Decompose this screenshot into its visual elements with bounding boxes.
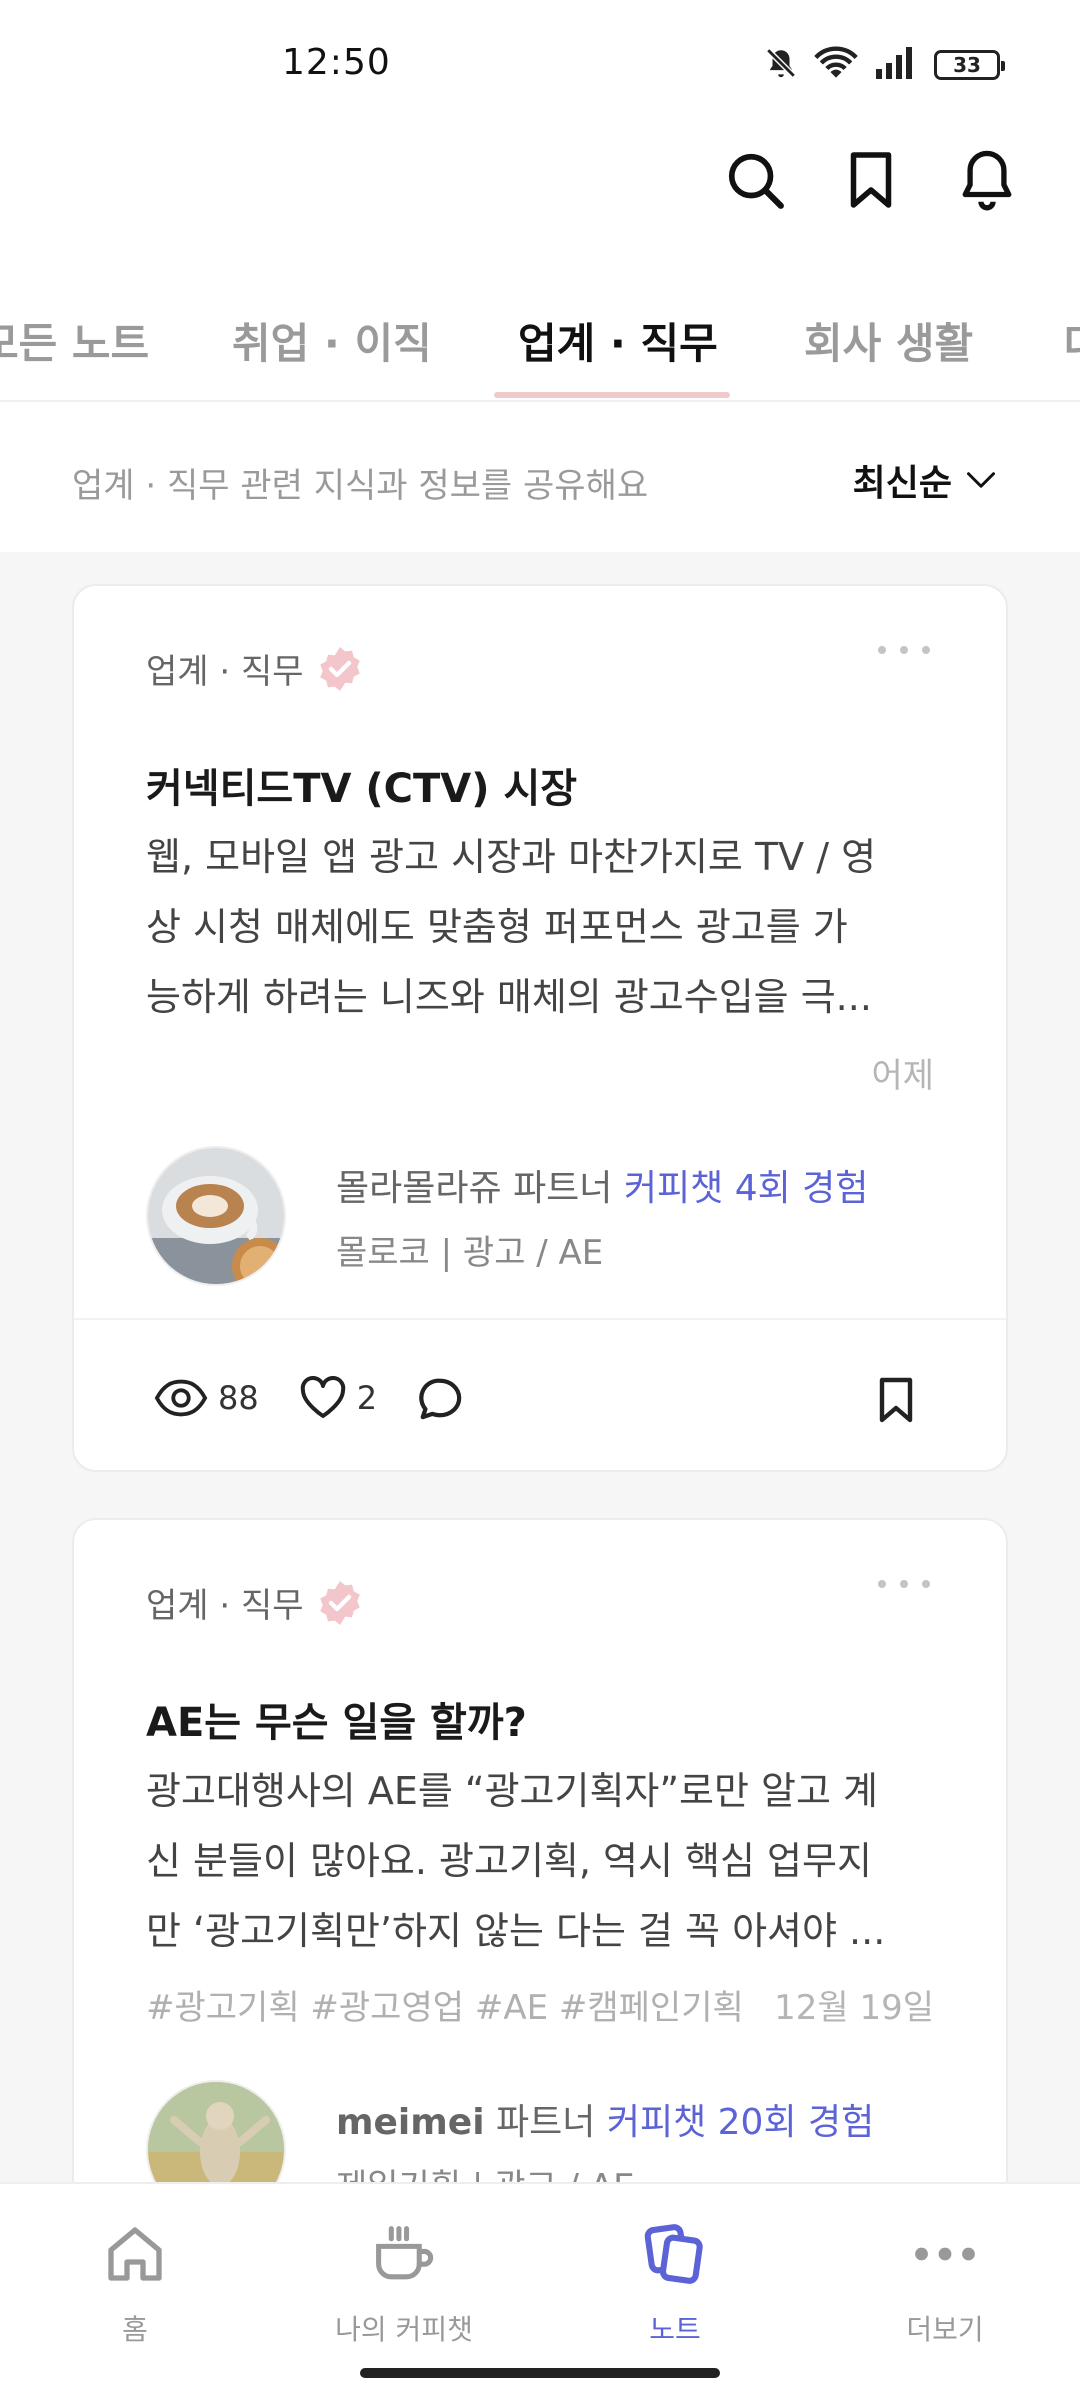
- author-info: 몰라몰라쥬 파트너 커피챗 4회 경험 몰로코 | 광고 / AE: [336, 1159, 868, 1274]
- coffee-cup-icon: [376, 2226, 434, 2280]
- bookmark-icon: [850, 152, 892, 208]
- excerpt-line: 상 시청 매체에도 맞춤형 퍼포먼스 광고를 가: [146, 905, 848, 949]
- bookmarks-button[interactable]: [838, 140, 904, 220]
- verified-badge-icon: [319, 646, 360, 691]
- top-actions: [722, 140, 1020, 220]
- status-bar: 12:50 33: [0, 0, 1080, 130]
- sort-label: 최신순: [852, 463, 952, 504]
- tab-company-life[interactable]: 회사 생활: [804, 310, 973, 371]
- subheader: 업계 · 직무 관련 지식과 정보를 공유해요 최신순: [0, 402, 1080, 552]
- more-options-icon[interactable]: [878, 1580, 930, 1588]
- bell-icon: [962, 150, 1012, 211]
- tab-all-notes[interactable]: 모든 노트: [0, 310, 149, 371]
- nav-notes-label: 노트: [649, 2313, 701, 2346]
- meta-row: 어제: [146, 1048, 934, 1097]
- category-label: 업계 · 직무: [146, 652, 304, 692]
- nav-my-coffeechat-label: 나의 커피챗: [335, 2313, 473, 2346]
- search-button[interactable]: [722, 140, 788, 220]
- views-stat: 88: [154, 1378, 259, 1418]
- nav-my-coffeechat[interactable]: 나의 커피챗: [304, 2214, 504, 2348]
- excerpt-line: 만 ‘광고기획만’하지 않는 다는 걸 꼭 아셔야 ...: [146, 1909, 886, 1953]
- category-label: 업계 · 직무: [146, 1586, 304, 1626]
- author-info: meimei 파트너 커피챗 20회 경험 제일기획 | 광고 / AE: [336, 2093, 874, 2183]
- category-description: 업계 · 직무 관련 지식과 정보를 공유해요: [72, 466, 649, 506]
- sort-dropdown[interactable]: 최신순: [853, 454, 996, 506]
- author-role: 파트너: [513, 1167, 613, 1209]
- note-card[interactable]: 업계 · 직무 커넥티드TV (CTV) 시장 웹, 모바일 앱 광고 시장과 …: [72, 584, 1008, 1472]
- active-tab-indicator: [494, 392, 730, 398]
- nav-home-label: 홈: [122, 2313, 148, 2346]
- author-company: 몰로코 | 광고 / AE: [336, 1232, 604, 1273]
- excerpt-line: 광고대행사의 AE를 “광고기획자”로만 알고 계: [146, 1769, 879, 1813]
- category-row: 업계 · 직무: [146, 1578, 364, 1627]
- coffee-chat-count: 커피챗 4회 경험: [623, 1167, 869, 1209]
- meta-row: #광고기획 #광고영업 #AE #캠페인기획 12월 19일: [146, 1980, 934, 2029]
- home-icon: [108, 2227, 162, 2281]
- notes-feed: 업계 · 직무 커넥티드TV (CTV) 시장 웹, 모바일 앱 광고 시장과 …: [0, 552, 1080, 2182]
- search-icon: [728, 153, 784, 209]
- tab-overflow[interactable]: 대: [1064, 310, 1080, 371]
- divider: [74, 1318, 1006, 1320]
- note-card[interactable]: 업계 · 직무 AE는 무슨 일을 할까? 광고대행사의 AE를 “광고기획자”…: [72, 1518, 1008, 2182]
- nav-home[interactable]: 홈: [35, 2214, 235, 2348]
- likes-count: 2: [356, 1379, 378, 1417]
- post-date: 어제: [871, 1056, 934, 1096]
- comment-button[interactable]: [417, 1376, 463, 1420]
- notes-icon: [644, 2224, 703, 2284]
- notifications-button[interactable]: [954, 140, 1020, 220]
- author-row[interactable]: 몰라몰라쥬 파트너 커피챗 4회 경험 몰로코 | 광고 / AE: [146, 1146, 868, 1286]
- avatar: [146, 1146, 286, 1286]
- status-icons: 33: [764, 46, 1005, 84]
- author-role: 파트너: [496, 2101, 596, 2143]
- note-title: AE는 무슨 일을 할까?: [146, 1700, 527, 1746]
- excerpt-line: 웹, 모바일 앱 광고 시장과 마찬가지로 TV / 영: [146, 835, 877, 879]
- note-excerpt: 광고대행사의 AE를 “광고기획자”로만 알고 계 신 분들이 많아요. 광고기…: [146, 1756, 946, 1966]
- author-company: 제일기획 | 광고 / AE: [336, 2159, 874, 2183]
- author-line: meimei 파트너 커피챗 20회 경험: [336, 2093, 874, 2145]
- eye-icon: [154, 1379, 208, 1417]
- chevron-down-icon: [967, 472, 995, 488]
- verified-badge-icon: [319, 1580, 360, 1625]
- coffee-chat-count: 커피챗 20회 경험: [606, 2101, 875, 2143]
- heart-icon: [300, 1376, 345, 1418]
- category-tabs: 모든 노트 취업 · 이직 업계 · 직무 회사 생활 대: [0, 290, 1080, 402]
- nav-more[interactable]: 더보기: [845, 2214, 1045, 2348]
- comment-icon: [419, 1378, 462, 1420]
- more-icon: [915, 2247, 975, 2261]
- author-row[interactable]: meimei 파트너 커피챗 20회 경험 제일기획 | 광고 / AE: [146, 2080, 874, 2182]
- category-row: 업계 · 직무: [146, 644, 364, 693]
- home-indicator[interactable]: [360, 2368, 720, 2378]
- author-name: 몰라몰라쥬: [336, 1167, 502, 1209]
- avatar: [146, 2080, 286, 2182]
- like-button[interactable]: 2: [299, 1376, 377, 1420]
- nav-notes[interactable]: 노트: [575, 2214, 775, 2348]
- post-date: 12월 19일: [774, 1988, 934, 2028]
- tags[interactable]: #광고기획 #광고영업 #AE #캠페인기획: [146, 1980, 744, 2029]
- more-options-icon[interactable]: [878, 646, 930, 654]
- tab-industry-job[interactable]: 업계 · 직무: [518, 310, 718, 371]
- signal-icon: [874, 47, 918, 83]
- mute-bell-icon: [764, 46, 798, 84]
- tab-job-change[interactable]: 취업 · 이직: [232, 310, 432, 371]
- excerpt-line: 신 분들이 많아요. 광고기획, 역시 핵심 업무지: [146, 1839, 872, 1883]
- battery-icon: 33: [934, 50, 1005, 80]
- bookmark-icon: [879, 1377, 913, 1423]
- note-excerpt: 웹, 모바일 앱 광고 시장과 마찬가지로 TV / 영 상 시청 매체에도 맞…: [146, 822, 946, 1032]
- nav-more-label: 더보기: [906, 2313, 984, 2346]
- excerpt-line: 능하게 하려는 니즈와 매체의 광고수입을 극...: [146, 975, 872, 1019]
- bookmark-button[interactable]: [876, 1376, 916, 1428]
- author-line: 몰라몰라쥬 파트너 커피챗 4회 경험: [336, 1159, 868, 1211]
- author-name: meimei: [336, 2101, 485, 2143]
- note-title: 커넥티드TV (CTV) 시장: [146, 766, 578, 812]
- views-count: 88: [218, 1379, 259, 1417]
- stats-row: 88 2: [154, 1376, 503, 1420]
- status-time: 12:50: [282, 42, 391, 83]
- wifi-icon: [814, 46, 858, 84]
